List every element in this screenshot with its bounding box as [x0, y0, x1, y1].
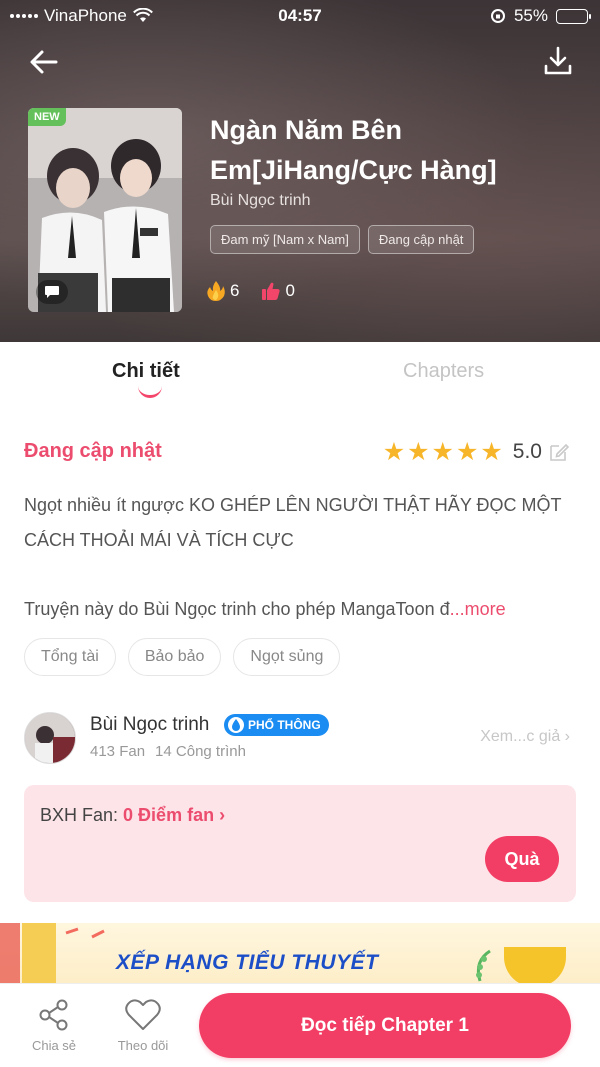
confetti-icon — [65, 927, 105, 939]
license-text: Truyện này do Bùi Ngọc trinh cho phép Ma… — [24, 592, 576, 627]
license-body: Truyện này do Bùi Ngọc trinh cho phép Ma… — [24, 599, 450, 619]
follow-label: Theo dõi — [117, 1038, 169, 1053]
fan-points: 0 Điểm fan › — [123, 805, 226, 825]
share-icon — [39, 999, 68, 1031]
novel-ranking-banner[interactable]: XẾP HẠNG TIỂU THUYẾT — [0, 923, 600, 983]
tab-details[interactable]: Chi tiết — [112, 360, 180, 383]
follow-button[interactable]: Theo dõi — [113, 998, 173, 1053]
see-author-link[interactable]: Xem...c giả › — [480, 728, 570, 746]
star-icon: ★ — [455, 438, 479, 466]
banner-decoration — [0, 923, 20, 983]
tab-indicator — [138, 386, 162, 398]
rotation-lock-icon — [490, 9, 505, 23]
rank-label: PHỔ THÔNG — [248, 718, 321, 732]
gift-button[interactable]: Quà — [485, 836, 559, 882]
status-bar: VinaPhone 04:57 55% — [0, 0, 600, 32]
banner-text: XẾP HẠNG TIỂU THUYẾT — [116, 951, 379, 974]
rating-score: 5.0 — [512, 440, 542, 463]
edit-icon[interactable] — [548, 441, 570, 463]
status-right: 55% — [490, 6, 591, 26]
comic-tags: Đam mỹ [Nam x Nam] Đang cập nhật — [210, 225, 475, 254]
continue-reading-button[interactable]: Đọc tiếp Chapter 1 — [199, 993, 571, 1058]
update-status: Đang cập nhật — [24, 440, 162, 462]
trophy-icon — [504, 947, 566, 983]
star-icon: ★ — [431, 438, 454, 466]
comment-bubble[interactable] — [36, 280, 68, 304]
avatar-image — [25, 713, 75, 763]
share-label: Chia sẻ — [31, 1038, 77, 1053]
new-badge: NEW — [28, 108, 66, 126]
tag-status[interactable]: Đang cập nhật — [367, 225, 475, 254]
author-name[interactable]: Bùi Ngọc trinh — [90, 714, 209, 736]
comment-icon — [45, 286, 59, 298]
like-stat[interactable]: 0 — [261, 280, 295, 302]
genre-tags: Tổng tài Bảo bảo Ngọt sủng — [24, 638, 341, 676]
fan-ranking-label[interactable]: BXH Fan: 0 Điểm fan › — [40, 805, 225, 826]
rank-icon — [228, 717, 244, 733]
arrow-left-icon — [30, 50, 58, 74]
fan-count: 413 Fan — [90, 743, 146, 760]
star-icon: ★ — [382, 438, 406, 466]
bottom-action-bar: Chia sẻ Theo dõi Đọc tiếp Chapter 1 — [0, 983, 600, 1067]
rating[interactable]: ★ ★ ★ ★ ★ 5.0 — [383, 438, 570, 466]
comic-header: VinaPhone 04:57 55% NEW Ngàn Năm Bên Em[… — [0, 0, 600, 342]
tag-category[interactable]: Đam mỹ [Nam x Nam] — [210, 225, 360, 254]
fire-stat[interactable]: 6 — [206, 280, 239, 302]
more-link[interactable]: ...more — [450, 599, 506, 619]
tab-chapters[interactable]: Chapters — [403, 360, 484, 383]
fire-icon — [207, 281, 225, 301]
battery-percent: 55% — [513, 6, 548, 25]
banner-decoration — [22, 923, 56, 983]
genre-tag[interactable]: Ngọt sủng — [233, 638, 341, 676]
author-meta: 413 Fan 14 Công trình — [90, 743, 246, 760]
battery-icon — [556, 8, 591, 24]
star-icon: ★ — [480, 438, 503, 466]
comic-title: Ngàn Năm Bên Em[JiHang/Cực Hàng] — [210, 115, 497, 185]
like-count: 0 — [285, 281, 295, 300]
star-icon: ★ — [407, 438, 430, 466]
fan-ranking-title: BXH Fan: — [40, 805, 119, 825]
fire-count: 6 — [230, 281, 240, 300]
comic-author[interactable]: Bùi Ngọc trinh — [210, 192, 311, 210]
avatar[interactable] — [24, 712, 76, 764]
laurel-icon — [476, 949, 491, 982]
fan-ranking: BXH Fan: 0 Điểm fan › Quà — [24, 785, 576, 902]
genre-tag[interactable]: Tổng tài — [24, 638, 116, 676]
share-button[interactable]: Chia sẻ — [24, 998, 84, 1053]
comic-cover[interactable]: NEW — [28, 108, 182, 312]
heart-icon — [125, 999, 161, 1030]
genre-tag[interactable]: Bảo bảo — [127, 638, 222, 676]
rank-badge: PHỔ THÔNG — [224, 714, 329, 736]
comic-description: Ngọt nhiều ít ngược KO GHÉP LÊN NGƯỜI TH… — [24, 495, 562, 550]
download-icon — [544, 46, 572, 75]
author-card[interactable]: Bùi Ngọc trinh PHỔ THÔNG 413 Fan 14 Công … — [24, 710, 576, 766]
download-button[interactable] — [542, 44, 574, 78]
detail-tabs: Chi tiết Chapters — [0, 342, 600, 412]
back-button[interactable] — [26, 44, 62, 80]
thumbs-up-icon — [262, 282, 281, 300]
works-count: 14 Công trình — [155, 743, 246, 760]
comic-stats: 6 0 — [206, 280, 295, 302]
